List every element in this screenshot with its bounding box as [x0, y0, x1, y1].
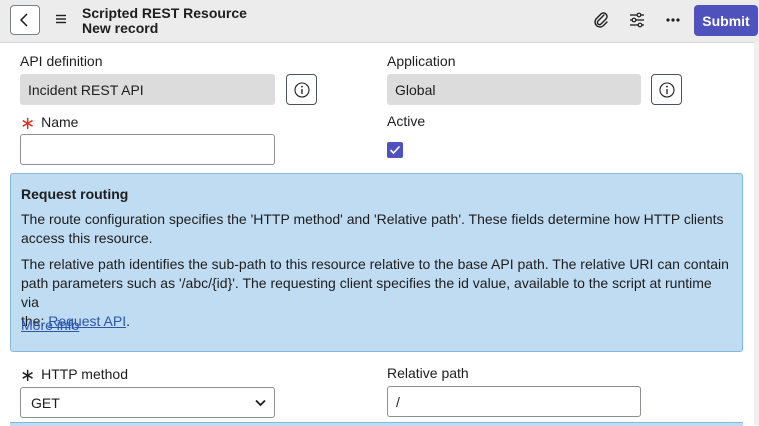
panel-paragraph-2-suffix: .	[126, 313, 130, 329]
active-checkbox[interactable]	[387, 142, 403, 158]
more-options-button[interactable]	[663, 10, 683, 30]
checkmark-icon	[389, 145, 401, 155]
required-asterisk-icon: ∗	[20, 365, 36, 385]
request-routing-panel: Request routing The route configuration …	[10, 173, 743, 352]
sliders-icon	[630, 12, 644, 28]
title-block: Scripted REST Resource New record	[82, 6, 247, 36]
next-panel-edge	[10, 422, 743, 426]
name-input[interactable]	[20, 134, 275, 165]
application-label: Application	[387, 53, 456, 69]
form-header: Scripted REST Resource New record Submit	[0, 0, 759, 43]
api-definition-field: Incident REST API	[20, 74, 275, 105]
panel-paragraph-2-line-3: the: Request API.	[21, 312, 731, 331]
panel-paragraph-1: The route configuration specifies the 'H…	[21, 211, 724, 246]
more-info-link[interactable]: More info	[21, 316, 79, 335]
application-field: Global	[387, 74, 641, 105]
name-label: Name	[41, 114, 79, 130]
panel-paragraph-2-line-2: path parameters such as '/abc/{id}'. The…	[21, 275, 712, 310]
chevron-left-icon	[19, 13, 28, 27]
personalize-button[interactable]	[627, 10, 647, 30]
back-button[interactable]	[10, 5, 40, 35]
attachment-button[interactable]	[591, 10, 611, 30]
required-asterisk-icon: ∗	[20, 113, 36, 133]
panel-paragraph-2-line-1: The relative path identifies the sub-pat…	[21, 256, 729, 272]
http-method-label-row: ∗ HTTP method	[20, 363, 128, 385]
relative-path-label: Relative path	[387, 365, 469, 381]
active-label: Active	[387, 113, 426, 129]
api-definition-label: API definition	[20, 53, 103, 69]
chevron-down-icon	[255, 399, 266, 407]
more-options-icon	[666, 18, 680, 22]
relative-path-input[interactable]: /	[387, 386, 641, 417]
http-method-value: GET	[31, 394, 60, 411]
info-icon	[293, 81, 310, 98]
page-title: Scripted REST Resource	[82, 5, 247, 21]
paperclip-icon	[594, 12, 608, 28]
submit-button[interactable]: Submit	[694, 5, 758, 36]
info-icon	[658, 81, 675, 98]
name-label-row: ∗ Name	[20, 111, 79, 133]
application-info-button[interactable]	[651, 74, 682, 105]
hamburger-menu-icon[interactable]	[55, 13, 67, 25]
api-definition-info-button[interactable]	[286, 74, 317, 105]
panel-paragraph-2: The relative path identifies the sub-pat…	[21, 255, 731, 331]
page-subtitle: New record	[82, 20, 159, 36]
scrollbar[interactable]	[754, 42, 759, 425]
http-method-label: HTTP method	[41, 366, 128, 382]
http-method-select[interactable]: GET	[20, 387, 275, 418]
panel-title: Request routing	[21, 186, 129, 202]
